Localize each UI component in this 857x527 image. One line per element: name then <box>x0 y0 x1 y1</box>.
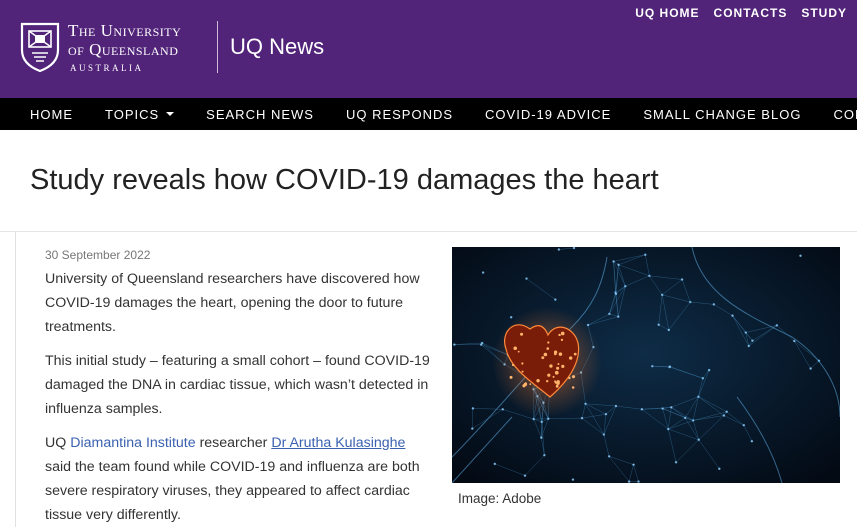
arutha-kulasinghe-link[interactable]: Dr Arutha Kulasinghe <box>271 435 405 451</box>
article-paragraph-2: This initial study – featuring a small c… <box>45 353 430 417</box>
site-title[interactable]: UQ News <box>230 34 324 60</box>
article-body: 30 September 2022 University of Queensla… <box>45 248 435 527</box>
nav-item-label: TOPICS <box>105 106 160 122</box>
heart-illustration-image[interactable] <box>452 247 840 483</box>
article-figure: Image: Adobe <box>452 247 840 506</box>
nav-item-label: SEARCH NEWS <box>206 106 314 122</box>
site-header: The University of Queensland AUSTRALIA U… <box>0 0 857 98</box>
nav-item-topics[interactable]: TOPICS <box>89 107 190 122</box>
page-title: Study reveals how COVID-19 damages the h… <box>30 164 659 196</box>
paragraph-text: UQ <box>45 435 71 451</box>
nav-item-label: UQ RESPONDS <box>345 106 454 122</box>
title-divider <box>0 231 857 232</box>
nav-item-contacts[interactable]: CONTACTS <box>817 107 857 122</box>
article-paragraph-1: University of Queensland researchers hav… <box>45 271 420 335</box>
diamantina-institute-link[interactable]: Diamantina Institute <box>70 435 195 451</box>
top-link-contacts[interactable]: CONTACTS <box>714 6 788 20</box>
image-caption: Image: Adobe <box>458 491 542 506</box>
top-link-uq-home[interactable]: UQ HOME <box>635 6 699 20</box>
uq-crest-icon[interactable] <box>20 22 60 72</box>
nav-item-search-news[interactable]: SEARCH NEWS <box>190 107 330 122</box>
paragraph-text: said the team found while COVID-19 and i… <box>45 459 420 523</box>
article-paragraph-3: UQ Diamantina Institute researcher Dr Ar… <box>45 431 435 527</box>
university-country: AUSTRALIA <box>70 63 144 73</box>
nav-item-label: COVID-19 ADVICE <box>485 106 612 122</box>
nav-item-home[interactable]: HOME <box>0 107 89 122</box>
university-name-line1: The University <box>68 21 182 40</box>
main-nav: HOME TOPICS SEARCH NEWS UQ RESPONDS COVI… <box>0 98 857 130</box>
nav-item-label: HOME <box>30 106 73 122</box>
university-name-line2: of Queensland <box>68 40 179 59</box>
nav-item-uq-responds[interactable]: UQ RESPONDS <box>330 107 469 122</box>
nav-item-covid-19-advice[interactable]: COVID-19 ADVICE <box>469 107 627 122</box>
top-links: UQ HOME CONTACTS STUDY <box>635 6 847 20</box>
caret-down-icon <box>166 112 175 116</box>
nav-item-small-change-blog[interactable]: SMALL CHANGE BLOG <box>627 107 817 122</box>
top-link-study[interactable]: STUDY <box>801 6 847 20</box>
university-wordmark[interactable]: The University of Queensland AUSTRALIA <box>68 22 181 73</box>
nav-item-label: CONTACTS <box>833 106 857 122</box>
header-divider <box>217 21 218 73</box>
content-left-border <box>15 231 16 527</box>
article-date: 30 September 2022 <box>45 248 151 262</box>
paragraph-text: researcher <box>195 435 272 451</box>
nav-item-label: SMALL CHANGE BLOG <box>643 106 802 122</box>
